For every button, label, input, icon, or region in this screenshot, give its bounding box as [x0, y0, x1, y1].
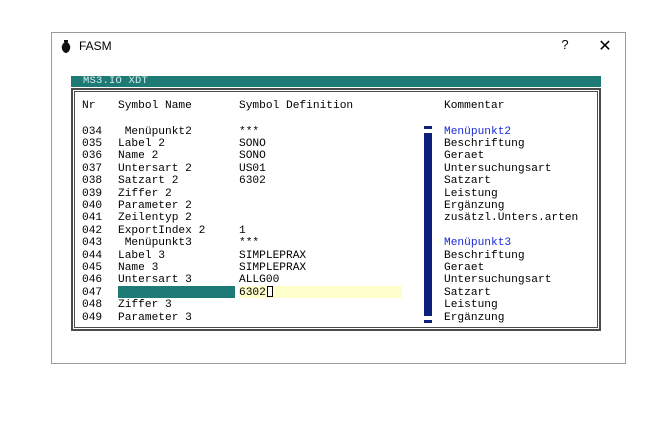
row-nr[interactable]: 044	[82, 250, 102, 262]
row-symbol-name[interactable]: Label 3	[118, 250, 165, 262]
row-symbol-definition[interactable]: SIMPLEPRAX	[239, 250, 306, 262]
row-kommentar: Leistung	[444, 299, 498, 312]
row-symbol-name[interactable]: Menüpunkt2	[118, 126, 192, 138]
fasm-app-icon	[61, 40, 71, 53]
row-nr[interactable]: 035	[82, 138, 102, 150]
row-symbol-name[interactable]: Parameter 3	[118, 312, 192, 324]
row-nr[interactable]: 038	[82, 175, 102, 187]
row-nr[interactable]: 039	[82, 188, 102, 200]
row-nr[interactable]: 043	[82, 237, 102, 249]
row-kommentar: Ergänzung	[444, 199, 505, 212]
row-symbol-definition[interactable]: US01	[239, 163, 266, 175]
column-header-symbol-name: Symbol Name	[118, 100, 192, 112]
column-header-nr: Nr	[82, 100, 96, 112]
row-symbol-definition[interactable]: SIMPLEPRAX	[239, 262, 306, 274]
scroll-up-arrow[interactable]	[424, 126, 432, 129]
row-kommentar: Geraet	[444, 261, 485, 274]
row-nr[interactable]: 034	[82, 126, 102, 138]
row-nr[interactable]: 046	[82, 274, 102, 286]
row-kommentar: Menüpunkt3	[444, 237, 512, 250]
row-kommentar: Geraet	[444, 150, 485, 163]
row-symbol-name[interactable]: Zeilentyp 2	[118, 212, 192, 224]
row-symbol-name[interactable]: Parameter 2	[118, 200, 192, 212]
row-symbol-name[interactable]: Name 2	[118, 150, 158, 162]
text-cursor	[267, 286, 273, 297]
row-nr[interactable]: 047	[82, 287, 102, 299]
row-nr[interactable]: 041	[82, 212, 102, 224]
row-kommentar: Leistung	[444, 187, 498, 200]
panel-title: MS3.IO XDT	[83, 75, 149, 87]
column-header-kommentar: Kommentar	[444, 100, 505, 112]
scroll-down-arrow[interactable]	[424, 320, 432, 323]
row-symbol-definition[interactable]: 6302	[239, 175, 266, 187]
window-title: FASM	[79, 39, 112, 53]
row-symbol-name[interactable]: Satzart 3	[118, 287, 178, 299]
row-symbol-name[interactable]: Untersart 2	[118, 163, 192, 175]
help-button[interactable]: ?	[557, 37, 573, 52]
row-kommentar: Ergänzung	[444, 311, 505, 324]
row-nr[interactable]: 040	[82, 200, 102, 212]
row-kommentar: Satzart	[444, 175, 491, 188]
column-header-symbol-definition: Symbol Definition	[239, 100, 354, 112]
row-kommentar: Beschriftung	[444, 137, 525, 150]
row-symbol-name[interactable]: Untersart 3	[118, 274, 192, 286]
row-kommentar: Beschriftung	[444, 249, 525, 262]
row-kommentar: Untersuchungsart	[444, 274, 552, 287]
row-nr[interactable]: 045	[82, 262, 102, 274]
row-nr[interactable]: 042	[82, 225, 102, 237]
row-nr[interactable]: 049	[82, 312, 102, 324]
title-bar: FASM ? ✕	[52, 33, 625, 61]
panel-title-bar	[71, 76, 601, 87]
row-kommentar: Satzart	[444, 286, 491, 299]
scrollbar-thumb[interactable]	[424, 133, 432, 316]
row-symbol-definition[interactable]: ***	[239, 126, 259, 138]
row-symbol-definition[interactable]: 6302	[239, 287, 266, 299]
row-nr[interactable]: 036	[82, 150, 102, 162]
row-symbol-definition[interactable]: SONO	[239, 150, 266, 162]
close-button[interactable]: ✕	[597, 36, 613, 56]
row-symbol-definition[interactable]: ***	[239, 237, 259, 249]
row-kommentar: Untersuchungsart	[444, 162, 552, 175]
row-kommentar: zusätzl.Unters.arten	[444, 212, 579, 225]
row-symbol-name[interactable]: Satzart 2	[118, 175, 178, 187]
row-symbol-name[interactable]: Label 2	[118, 138, 165, 150]
row-symbol-name[interactable]: ExportIndex 2	[118, 225, 205, 237]
row-nr[interactable]: 037	[82, 163, 102, 175]
row-nr[interactable]: 048	[82, 299, 102, 311]
row-symbol-name[interactable]: Ziffer 2	[118, 188, 172, 200]
row-symbol-name[interactable]: Name 3	[118, 262, 158, 274]
row-kommentar: Menüpunkt2	[444, 125, 512, 138]
row-symbol-definition[interactable]: 1	[239, 225, 246, 237]
row-symbol-name[interactable]: Menüpunkt3	[118, 237, 192, 249]
row-symbol-name[interactable]: Ziffer 3	[118, 299, 172, 311]
row-symbol-definition[interactable]: SONO	[239, 138, 266, 150]
row-symbol-definition[interactable]: ALLG00	[239, 274, 279, 286]
